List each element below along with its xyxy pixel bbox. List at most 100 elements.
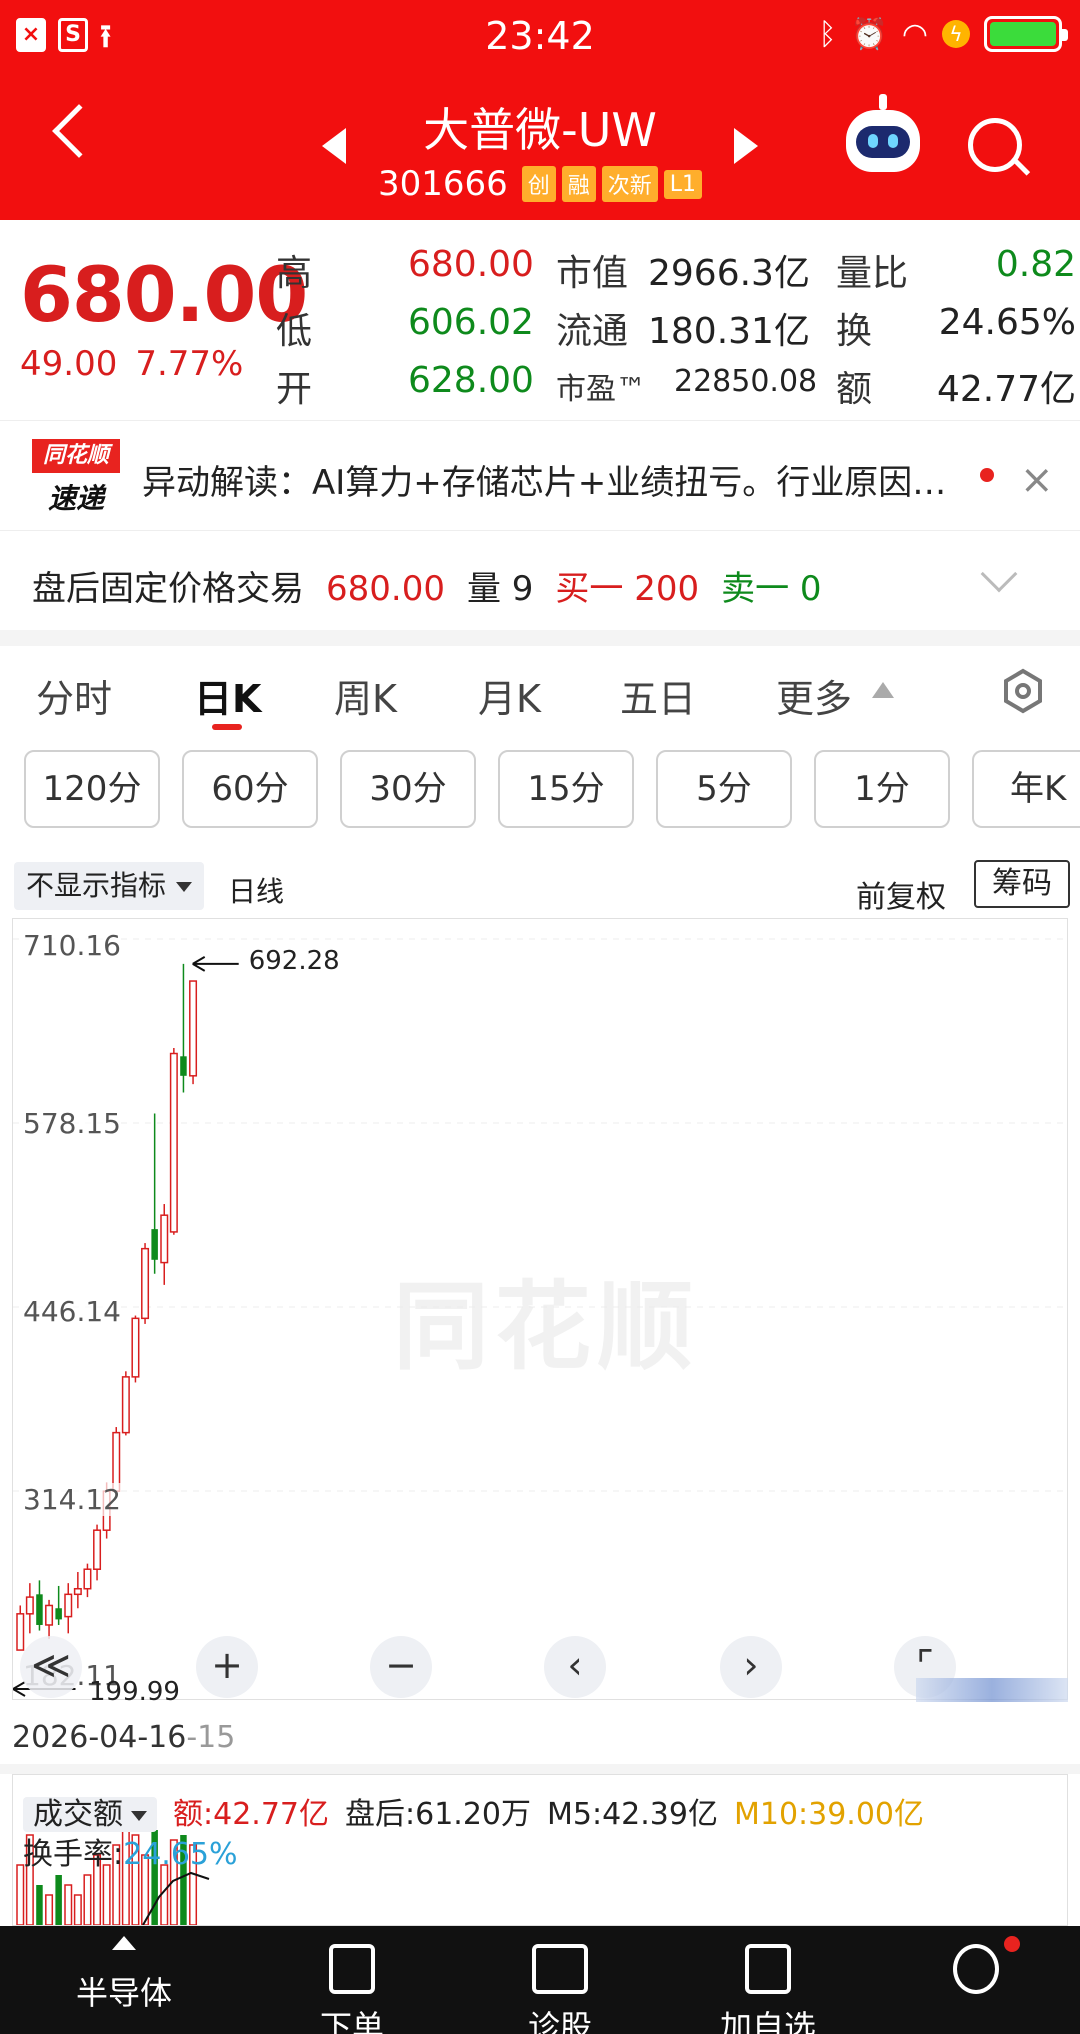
- turnover-label: 换: [836, 311, 873, 352]
- candle-body: [180, 1056, 187, 1076]
- battery-icon: [984, 16, 1068, 52]
- pan-right-button[interactable]: ›: [720, 1636, 782, 1698]
- tab-more[interactable]: 更多: [776, 668, 852, 723]
- bluetooth-icon: ᛒ: [818, 16, 837, 52]
- market-cap-label: 市值: [556, 253, 629, 294]
- tab-daily-k[interactable]: 日K: [194, 668, 261, 723]
- kline-type-label: 日线: [228, 875, 285, 908]
- after-hours-sell: 卖一 0: [721, 569, 822, 609]
- nav-add-watchlist[interactable]: 加自选: [698, 1926, 838, 2034]
- open-label: 开: [276, 369, 313, 410]
- adjust-type[interactable]: 前复权: [856, 872, 946, 916]
- volume-dropdown[interactable]: 成交额: [23, 1797, 157, 1832]
- news-ticker[interactable]: 同花顺 速递 异动解读：AI算力+存储芯片+业绩扭亏。行业原因… ×: [0, 420, 1080, 530]
- after-hours-row[interactable]: 盘后固定价格交易 680.00 量 9 买一 200 卖一 0: [0, 530, 1080, 630]
- candle-body: [83, 1568, 92, 1590]
- amount-value: 42.77亿: [936, 369, 1076, 410]
- turnover-rate: 换手率:24.65%: [23, 1829, 238, 1873]
- change-value: 49.00: [20, 344, 118, 384]
- candle-body: [121, 1376, 130, 1434]
- date-value: 2026-04-16: [12, 1720, 187, 1755]
- chevron-down-icon[interactable]: [980, 555, 1018, 593]
- tab-five-day[interactable]: 五日: [620, 668, 696, 723]
- active-tab-indicator: [212, 724, 242, 730]
- after-hours-label: 盘后固定价格交易: [32, 569, 304, 609]
- volume-header: 成交额 额:42.77亿 盘后:61.20万 M5:42.39亿 M10:39.00亿: [23, 1789, 940, 1833]
- candle-body: [169, 1052, 178, 1233]
- interval-5m[interactable]: 5分: [656, 750, 792, 828]
- chart-scroll-thumb[interactable]: [916, 1678, 1068, 1702]
- nav-diagnose[interactable]: 诊股: [490, 1926, 630, 2034]
- low-value: 606.02: [408, 302, 534, 343]
- chips-button[interactable]: 筹码: [974, 860, 1070, 908]
- interval-15m[interactable]: 15分: [498, 750, 634, 828]
- volume-ratio-value: 0.82: [995, 244, 1076, 285]
- volume-ratio-label: 量比: [836, 253, 909, 294]
- interval-60m[interactable]: 60分: [182, 750, 318, 828]
- after-hours-volume: 量 9: [466, 569, 534, 609]
- next-stock-icon[interactable]: [734, 128, 758, 164]
- interval-1m[interactable]: 1分: [814, 750, 950, 828]
- tab-monthly-k[interactable]: 月K: [478, 668, 541, 723]
- candle-body: [36, 1594, 43, 1625]
- tab-intraday[interactable]: 分时: [36, 668, 112, 723]
- scroll-to-start-button[interactable]: ≪: [20, 1636, 82, 1698]
- after-hours-buy: 买一 200: [555, 569, 700, 609]
- high-label: 高: [276, 253, 313, 294]
- volume-panel[interactable]: 成交额 额:42.77亿 盘后:61.20万 M5:42.39亿 M10:39.00亿 …: [12, 1774, 1068, 1926]
- charging-icon: ϟ: [942, 20, 970, 48]
- after-hours-price: 680.00: [326, 569, 445, 609]
- volume-bar: [64, 1884, 73, 1925]
- kline-svg[interactable]: [13, 919, 1067, 1699]
- volume-bar: [36, 1885, 43, 1925]
- candle-body: [64, 1593, 73, 1618]
- gear-icon[interactable]: [1002, 668, 1044, 714]
- tab-weekly-k[interactable]: 周K: [334, 668, 397, 723]
- nav-menu[interactable]: [906, 1926, 1046, 1994]
- high-marker-arrow: [192, 956, 239, 972]
- y-label-0: 710.16: [23, 929, 121, 962]
- order-icon: [329, 1944, 375, 1994]
- interval-yearly[interactable]: 年K: [972, 750, 1080, 828]
- interval-30m[interactable]: 30分: [340, 750, 476, 828]
- nav-order[interactable]: 下单: [282, 1926, 422, 2034]
- y-label-2: 446.14: [23, 1295, 121, 1328]
- unread-dot: [980, 468, 994, 482]
- status-right-icons: ᛒ ⏰ ◠ ϟ: [818, 16, 1068, 52]
- y-label-1: 578.15: [23, 1107, 121, 1140]
- tag-chuang: 创: [521, 166, 556, 202]
- news-text[interactable]: 异动解读：AI算力+存储芯片+业绩扭亏。行业原因…: [142, 455, 962, 504]
- date-label: 2026-04-16-15: [12, 1720, 235, 1755]
- stock-subtitle: 301666 创 融 次新 L1: [0, 164, 1080, 204]
- caret-up-icon: [872, 682, 894, 698]
- volume-bar: [83, 1874, 92, 1925]
- volume-amount: 额:42.77亿: [173, 1797, 329, 1832]
- stock-code: 301666: [377, 164, 508, 204]
- interval-120m[interactable]: 120分: [24, 750, 160, 828]
- close-icon[interactable]: ×: [1020, 457, 1054, 503]
- zoom-in-button[interactable]: +: [196, 1636, 258, 1698]
- indicator-dropdown[interactable]: 不显示指标: [14, 862, 205, 910]
- market-cap-value: 2966.3亿: [648, 253, 810, 294]
- candle-body: [55, 1608, 62, 1620]
- bottom-nav: 半导体 下单 诊股 加自选: [0, 1926, 1080, 2034]
- zoom-out-button[interactable]: −: [370, 1636, 432, 1698]
- nav-diagnose-label: 诊股: [527, 2008, 592, 2034]
- nav-sector[interactable]: 半导体: [54, 1968, 194, 2014]
- search-icon[interactable]: [968, 118, 1022, 172]
- kline-chart[interactable]: 同花顺 710.16 578.15 446.14 314.12 182.11 6…: [12, 918, 1068, 1707]
- candle-body: [151, 1229, 158, 1260]
- pan-left-button[interactable]: ‹: [544, 1636, 606, 1698]
- divider: [0, 1764, 1080, 1774]
- candle-body: [141, 1247, 150, 1320]
- tag-l1: L1: [663, 169, 703, 199]
- notification-dot: [1004, 1936, 1020, 1952]
- low-marker-value: 199.99: [89, 1677, 180, 1707]
- wifi-icon: ◠: [901, 16, 928, 52]
- current-price: 680.00: [20, 250, 308, 339]
- volume-m5: M5:42.39亿: [547, 1797, 718, 1832]
- robot-assistant-icon[interactable]: [846, 94, 920, 172]
- top-bar: × S ⭱ 23:42 ᛒ ⏰ ◠ ϟ 大普微-UW 301666 创 融 次新…: [0, 0, 1080, 220]
- y-label-3: 314.12: [23, 1483, 121, 1516]
- volume-bar: [55, 1875, 62, 1925]
